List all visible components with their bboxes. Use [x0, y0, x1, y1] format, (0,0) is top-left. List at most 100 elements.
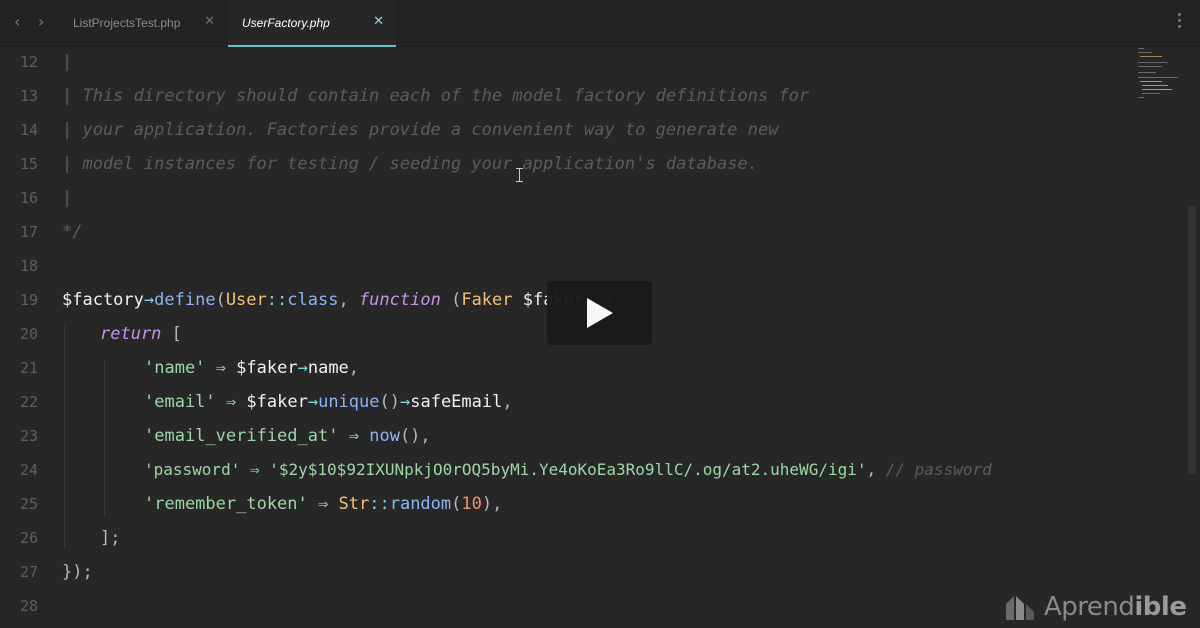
close-icon[interactable]: ✕: [373, 14, 384, 29]
code-line: 12 |: [0, 47, 1132, 81]
code-content: 'password' ⇒ '$2y$10$92IXUNpkjO0rOQ5byMi…: [144, 459, 992, 481]
comment-text: | model instances for testing / seeding …: [62, 154, 758, 174]
line-number: 26: [19, 529, 38, 547]
token-punctuation: [: [171, 324, 182, 344]
token-variable: $factory: [62, 290, 144, 310]
token-string: 'password': [144, 460, 241, 479]
scrollbar[interactable]: [1188, 205, 1196, 475]
token-property: name: [307, 358, 349, 378]
close-icon[interactable]: ✕: [204, 14, 215, 29]
token-operator: →: [399, 392, 411, 412]
line-number: 22: [19, 393, 38, 411]
minimap[interactable]: [1138, 46, 1188, 106]
code-content: 'email_verified_at' ⇒ now(),: [144, 425, 431, 447]
token-operator: ::: [369, 494, 390, 514]
token-punctuation: (: [215, 290, 226, 310]
code-line: 14 | your application. Factories provide…: [0, 115, 1132, 149]
token-operator: ⇒: [249, 460, 260, 479]
line-number: 24: [19, 461, 38, 479]
token-comment: // password: [885, 460, 992, 479]
line-number: 19: [19, 291, 38, 309]
code-line: 15 | model instances for testing / seedi…: [0, 149, 1132, 183]
token-class: User: [225, 290, 267, 310]
tab-label: UserFactory.php: [242, 16, 330, 30]
token-operator: ⇒: [215, 358, 226, 378]
token-property: safeEmail: [410, 392, 503, 412]
token-punctuation: ,: [866, 460, 877, 479]
token-keyword: return: [100, 324, 162, 344]
play-icon: [587, 298, 613, 328]
line-number: 14: [19, 121, 38, 139]
code-line: 27 });: [0, 557, 1132, 591]
token-variable: $faker: [246, 392, 308, 412]
line-number: 20: [19, 325, 38, 343]
line-number: 15: [19, 155, 38, 173]
token-function: random: [389, 494, 452, 514]
code-content: });: [62, 561, 93, 583]
line-number: 21: [19, 359, 38, 377]
logo-text: Aprendible: [1044, 592, 1187, 622]
comment-text: | This directory should contain each of …: [62, 86, 810, 106]
token-operator: ⇒: [318, 494, 329, 514]
token-function: define: [154, 290, 216, 310]
comment-text: | your application. Factories provide a …: [62, 120, 779, 140]
code-content: return [: [100, 323, 182, 345]
token-punctuation: (),: [399, 426, 431, 446]
comment-text: |: [62, 188, 73, 208]
token-string: 'email': [144, 392, 216, 412]
code-line: 16 |: [0, 183, 1132, 217]
token-string: 'name': [144, 358, 206, 378]
aprendible-logo: Aprendible: [1004, 588, 1194, 624]
more-options-icon[interactable]: [1178, 13, 1182, 31]
token-function: now: [369, 426, 400, 446]
code-line: 28: [0, 591, 1132, 625]
comment-text: */: [62, 222, 83, 242]
token-class: Str: [338, 494, 370, 514]
tab-label: ListProjectsTest.php: [73, 16, 181, 30]
code-content: 'name' ⇒ $faker→name,: [144, 357, 359, 379]
line-number: 27: [19, 563, 38, 581]
forward-arrow-icon[interactable]: ›: [38, 12, 44, 32]
code-line: 22 'email' ⇒ $faker→unique()→safeEmail,: [0, 387, 1132, 421]
token-operator: ::: [266, 290, 288, 310]
logo-text-part: Aprend: [1044, 592, 1135, 622]
logo-text-part: ible: [1134, 592, 1187, 622]
text-cursor-icon: [516, 168, 524, 182]
token-punctuation: ),: [481, 494, 503, 514]
code-content: 'remember_token' ⇒ Str::random(10),: [144, 493, 502, 515]
line-number: 18: [19, 257, 38, 275]
aprendible-logo-icon: [1006, 596, 1034, 620]
token-punctuation: ,: [502, 392, 513, 412]
token-punctuation: (: [451, 290, 462, 310]
line-number: 13: [19, 87, 38, 105]
code-line: 26 ];: [0, 523, 1132, 557]
token-operator: →: [143, 290, 155, 310]
token-class: Faker: [461, 290, 513, 310]
tab-list-projects-test[interactable]: ListProjectsTest.php ✕: [59, 0, 227, 46]
code-line: 24 'password' ⇒ '$2y$10$92IXUNpkjO0rOQ5b…: [0, 455, 1132, 489]
line-number: 16: [19, 189, 38, 207]
code-line: 23 'email_verified_at' ⇒ now(),: [0, 421, 1132, 455]
token-punctuation: });: [62, 562, 93, 582]
code-line: 17 */: [0, 217, 1132, 251]
token-string: '$2y$10$92IXUNpkjO0rOQ5byMi.Ye4oKoEa3Ro9…: [269, 460, 867, 479]
back-arrow-icon[interactable]: ‹: [14, 12, 20, 32]
code-line: 21 'name' ⇒ $faker→name,: [0, 353, 1132, 387]
token-string: 'remember_token': [144, 494, 308, 514]
token-operator: →: [307, 392, 319, 412]
tab-user-factory[interactable]: UserFactory.php ✕: [228, 0, 396, 47]
token-punctuation: (): [379, 392, 400, 412]
token-keyword: function: [358, 290, 441, 310]
token-operator: →: [297, 358, 308, 378]
code-content: ];: [100, 527, 120, 549]
line-number: 28: [19, 597, 38, 615]
line-number: 25: [19, 495, 38, 513]
token-punctuation: ,: [338, 290, 349, 310]
token-operator: ⇒: [225, 392, 237, 412]
video-play-button[interactable]: [547, 281, 652, 345]
token-operator: ⇒: [348, 426, 359, 446]
comment-text: |: [62, 52, 73, 72]
code-content: $factory→define(User::class, function (F…: [62, 289, 615, 311]
code-line: 18: [0, 251, 1132, 285]
tab-bar: ‹ › ListProjectsTest.php ✕ UserFactory.p…: [0, 0, 1200, 47]
